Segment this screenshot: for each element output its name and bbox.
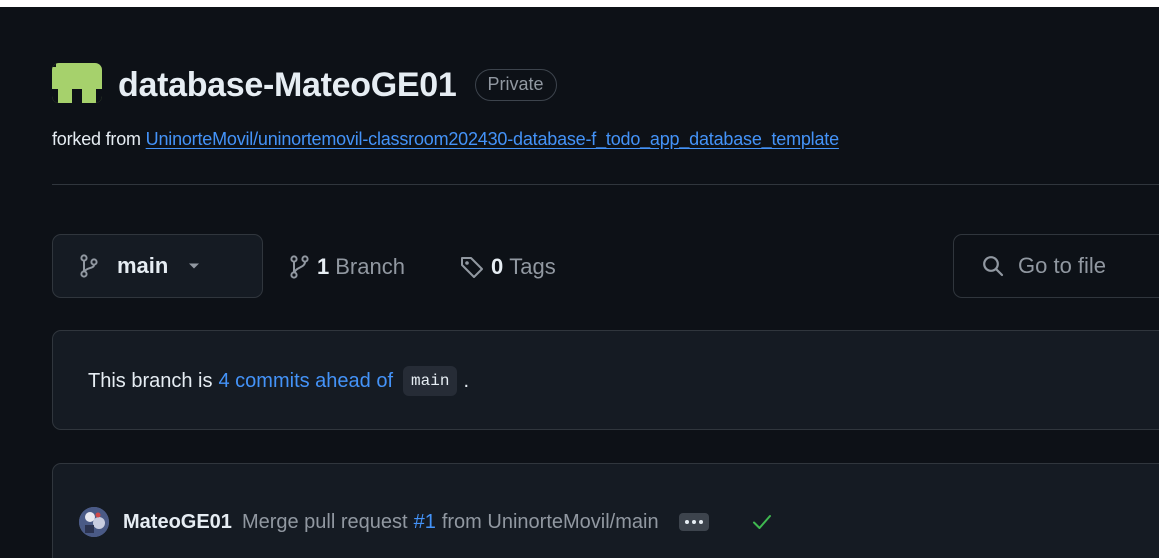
tag-count: 0: [491, 254, 504, 279]
forked-from-link[interactable]: UninorteMovil/uninortemovil-classroom202…: [146, 129, 839, 149]
commit-author-link[interactable]: MateoGE01: [123, 511, 232, 534]
forked-from-line: forked from UninorteMovil/uninortemovil-…: [52, 129, 839, 150]
caret-down-icon: [188, 262, 200, 270]
search-icon: [982, 255, 1004, 277]
go-to-file-search[interactable]: [953, 234, 1159, 298]
repo-name-link[interactable]: database-MateoGE01: [118, 66, 457, 105]
go-to-file-input[interactable]: [1018, 253, 1159, 279]
branch-status-prefix: This branch is: [88, 369, 213, 392]
commit-message-end[interactable]: from UninorteMovil/main: [442, 511, 659, 534]
repo-page: database-MateoGE01 Private forked from U…: [0, 7, 1159, 558]
header-divider: [52, 184, 1159, 185]
check-icon[interactable]: [751, 513, 773, 531]
base-branch-code: main: [403, 366, 458, 396]
expand-commit-message-button[interactable]: [678, 513, 709, 531]
ellipsis-icon: [684, 520, 689, 524]
repo-header: database-MateoGE01 Private forked from U…: [52, 57, 1152, 149]
ellipsis-icon: [698, 520, 703, 524]
branch-name: main: [117, 253, 169, 278]
git-branch-icon: [289, 255, 311, 279]
repo-avatar: [52, 63, 102, 103]
commit-message-start[interactable]: Merge pull request: [242, 511, 408, 534]
tag-label: Tags: [509, 254, 556, 279]
tags-link[interactable]: 0 Tags: [459, 247, 556, 287]
pull-request-link[interactable]: #1: [414, 511, 436, 534]
repo-title-row: database-MateoGE01 Private: [118, 63, 557, 107]
visibility-badge: Private: [474, 69, 557, 101]
latest-commit-row: MateoGE01 Merge pull request #1 from Uni…: [79, 502, 773, 542]
latest-commit-box: MateoGE01 Merge pull request #1 from Uni…: [52, 463, 1159, 558]
branch-count: 1: [317, 254, 330, 279]
avatar[interactable]: [79, 507, 109, 537]
commits-ahead-link[interactable]: 4 commits ahead of: [219, 370, 394, 393]
forked-from-label: forked from: [52, 129, 141, 149]
branch-status-suffix: .: [463, 369, 469, 392]
branch-status-box: This branch is 4 commits ahead of main .: [52, 330, 1159, 430]
branches-link[interactable]: 1 Branch: [289, 247, 405, 287]
branch-label: Branch: [335, 254, 405, 279]
ellipsis-icon: [691, 520, 696, 524]
branch-select-button[interactable]: main: [52, 234, 263, 298]
git-branch-icon: [79, 254, 99, 278]
branch-status-text: This branch is 4 commits ahead of main .: [88, 363, 469, 399]
tag-icon: [459, 254, 485, 280]
